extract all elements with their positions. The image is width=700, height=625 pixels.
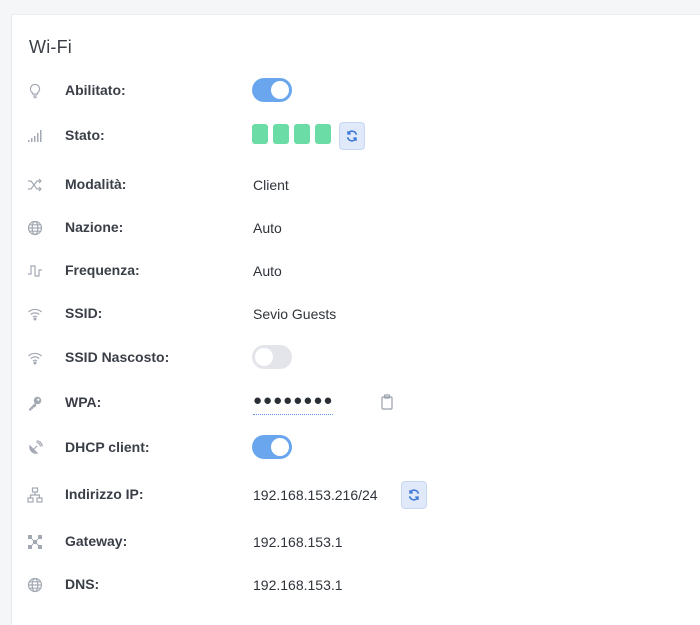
status-label: Stato: [65, 127, 105, 143]
globe-icon [26, 576, 44, 594]
network-icon [26, 486, 44, 504]
row-mode: Modalità: Client [12, 170, 692, 200]
signal-bar [294, 124, 310, 144]
country-value: Auto [253, 220, 282, 236]
refresh-icon [346, 130, 358, 142]
row-dhcp: DHCP client: [12, 433, 692, 463]
gateway-icon [26, 533, 44, 551]
key-icon [26, 394, 44, 412]
hidden-ssid-label: SSID Nascosto: [65, 349, 170, 365]
bulb-icon [26, 82, 44, 100]
signal-bar [252, 124, 268, 144]
row-gateway: Gateway: 192.168.153.1 [12, 527, 692, 557]
row-country: Nazione: Auto [12, 213, 692, 243]
wifi-card: Wi-Fi Abilitato: Stato: Modalità: Client [11, 14, 700, 625]
mode-value: Client [253, 177, 289, 193]
row-hidden-ssid: SSID Nascosto: [12, 343, 692, 373]
wifi-icon [26, 305, 44, 323]
toggle-knob [271, 438, 289, 456]
signal-bar [273, 124, 289, 144]
gateway-label: Gateway: [65, 533, 128, 549]
refresh-ip-button[interactable] [401, 481, 427, 509]
row-ssid: SSID: Sevio Guests [12, 299, 692, 329]
refresh-status-button[interactable] [339, 122, 365, 150]
frequency-label: Frequenza: [65, 262, 140, 278]
refresh-icon [408, 489, 420, 501]
dhcp-label: DHCP client: [65, 439, 150, 455]
row-ip: Indirizzo IP: 192.168.153.216/24 [12, 480, 692, 510]
ssid-label: SSID: [65, 305, 103, 321]
dhcp-toggle[interactable] [252, 435, 292, 459]
country-label: Nazione: [65, 219, 124, 235]
row-frequency: Frequenza: Auto [12, 256, 692, 286]
toggle-knob [255, 348, 273, 366]
satellite-dish-icon [26, 439, 44, 457]
pulse-icon [26, 262, 44, 280]
dns-value: 192.168.153.1 [253, 577, 343, 593]
enabled-toggle[interactable] [252, 78, 292, 102]
row-dns: DNS: 192.168.153.1 [12, 570, 692, 600]
ssid-value: Sevio Guests [253, 306, 337, 322]
gateway-value: 192.168.153.1 [253, 534, 343, 550]
mode-label: Modalità: [65, 176, 127, 192]
card-title: Wi-Fi [29, 37, 72, 57]
frequency-value: Auto [253, 263, 282, 279]
enabled-label: Abilitato: [65, 82, 126, 98]
toggle-knob [271, 81, 289, 99]
globe-icon [26, 219, 44, 237]
signal-strength [252, 124, 331, 144]
ip-value: 192.168.153.216/24 [253, 487, 378, 503]
wpa-password[interactable]: ●●●●●●●● [253, 392, 334, 415]
row-status: Stato: [12, 121, 692, 151]
signal-bars-icon [26, 127, 44, 145]
signal-bar [315, 124, 331, 144]
shuffle-icon [26, 176, 44, 194]
wpa-label: WPA: [65, 394, 102, 410]
hidden-ssid-toggle[interactable] [252, 345, 292, 369]
ip-label: Indirizzo IP: [65, 486, 144, 502]
wifi-icon [26, 349, 44, 367]
dns-label: DNS: [65, 576, 100, 592]
row-wpa: WPA: ●●●●●●●● [12, 388, 692, 418]
clipboard-icon[interactable] [380, 394, 394, 410]
row-enabled: Abilitato: [12, 76, 692, 106]
